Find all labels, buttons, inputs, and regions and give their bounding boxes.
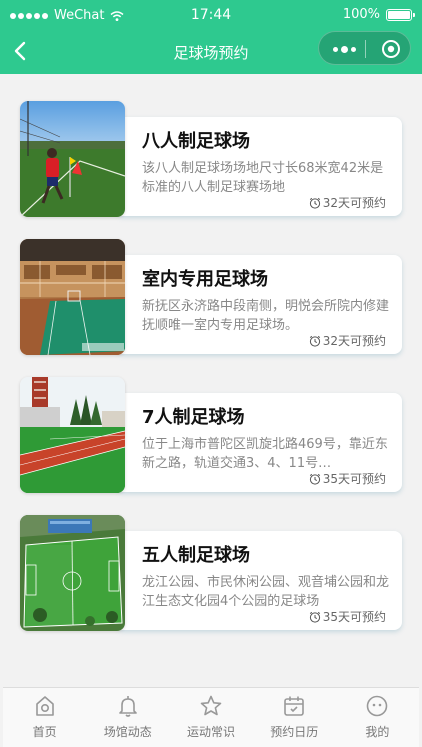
bottom-tab-bar: 首页 场馆动态 运动常识 预约日历 我的 [3, 687, 419, 747]
alarm-clock-icon [309, 611, 320, 623]
field-card[interactable]: 八人制足球场 该八人制足球场场地尺寸长68米宽42米是标准的八人制足球赛场地 3… [20, 101, 402, 217]
calendar-icon [284, 696, 305, 716]
tab-sports-knowledge[interactable]: 运动常识 [169, 688, 252, 747]
battery-percent: 100% [342, 7, 380, 22]
alarm-clock-icon [309, 197, 320, 209]
tab-profile[interactable]: 我的 [336, 688, 419, 747]
field-card[interactable]: 室内专用足球场 新抚区永济路中段南侧，明悦会所院内修建抚顺唯一室内专用足球场。 … [20, 239, 402, 355]
field-description: 位于上海市普陀区凯旋北路469号，靠近东新之路，轨道交通3、4、11号… [142, 437, 388, 471]
field-info: 7人制足球场 位于上海市普陀区凯旋北路469号，靠近东新之路，轨道交通3、4、1… [120, 393, 402, 492]
navbar: 足球场预约 [0, 30, 422, 74]
field-photo [20, 239, 125, 355]
field-title: 八人制足球场 [142, 131, 250, 152]
tab-label: 运动常识 [187, 725, 236, 739]
field-photo [20, 515, 125, 631]
tab-venue-news[interactable]: 场馆动态 [86, 688, 169, 747]
profile-icon [367, 695, 388, 717]
availability-text: 35天可预约 [322, 472, 386, 486]
alarm-clock-icon [309, 335, 320, 347]
booking-availability: 32天可预约 [309, 332, 386, 349]
field-info: 五人制足球场 龙江公园、市民休闲公园、观音埔公园和龙江生态文化园4个公园的足球场… [120, 531, 402, 630]
availability-text: 35天可预约 [322, 610, 386, 624]
booking-availability: 35天可预约 [309, 608, 386, 625]
tab-label: 场馆动态 [103, 725, 152, 739]
booking-availability: 32天可预约 [309, 194, 386, 211]
field-description: 该八人制足球场场地尺寸长68米宽42米是标准的八人制足球赛场地 [142, 161, 384, 195]
field-info: 室内专用足球场 新抚区永济路中段南侧，明悦会所院内修建抚顺唯一室内专用足球场。 … [120, 255, 402, 354]
field-card[interactable]: 五人制足球场 龙江公园、市民休闲公园、观音埔公园和龙江生态文化园4个公园的足球场… [20, 515, 402, 631]
field-title: 室内专用足球场 [142, 269, 268, 290]
close-miniprogram-icon[interactable] [381, 39, 401, 59]
field-title: 7人制足球场 [142, 407, 245, 428]
field-card[interactable]: 7人制足球场 位于上海市普陀区凯旋北路469号，靠近东新之路，轨道交通3、4、1… [20, 377, 402, 493]
tab-label: 我的 [365, 725, 390, 739]
tab-booking-calendar[interactable]: 预约日历 [253, 688, 336, 747]
header: WeChat 17:44 100% 足球场预约 [0, 0, 422, 74]
tab-label: 预约日历 [270, 725, 319, 739]
battery-icon [386, 8, 415, 21]
tab-label: 首页 [32, 725, 57, 739]
bell-icon [118, 696, 137, 717]
availability-text: 32天可预约 [322, 334, 386, 348]
field-photo [20, 377, 125, 493]
capsule-divider [365, 40, 366, 58]
field-info: 八人制足球场 该八人制足球场场地尺寸长68米宽42米是标准的八人制足球赛场地 3… [120, 117, 402, 216]
more-options-icon[interactable] [329, 41, 359, 57]
availability-text: 32天可预约 [322, 196, 386, 210]
alarm-clock-icon [309, 473, 320, 485]
tab-home[interactable]: 首页 [3, 688, 86, 747]
home-icon [35, 696, 54, 716]
booking-availability: 35天可预约 [309, 470, 386, 487]
field-description: 龙江公园、市民休闲公园、观音埔公园和龙江生态文化园4个公园的足球场 [142, 575, 390, 609]
miniprogram-capsule [318, 31, 411, 65]
field-photo [20, 101, 125, 217]
field-description: 新抚区永济路中段南侧，明悦会所院内修建抚顺唯一室内专用足球场。 [142, 299, 390, 333]
status-bar: WeChat 17:44 100% [0, 0, 422, 30]
battery-status: 100% [342, 7, 415, 22]
field-title: 五人制足球场 [142, 545, 250, 566]
star-icon [200, 695, 222, 716]
